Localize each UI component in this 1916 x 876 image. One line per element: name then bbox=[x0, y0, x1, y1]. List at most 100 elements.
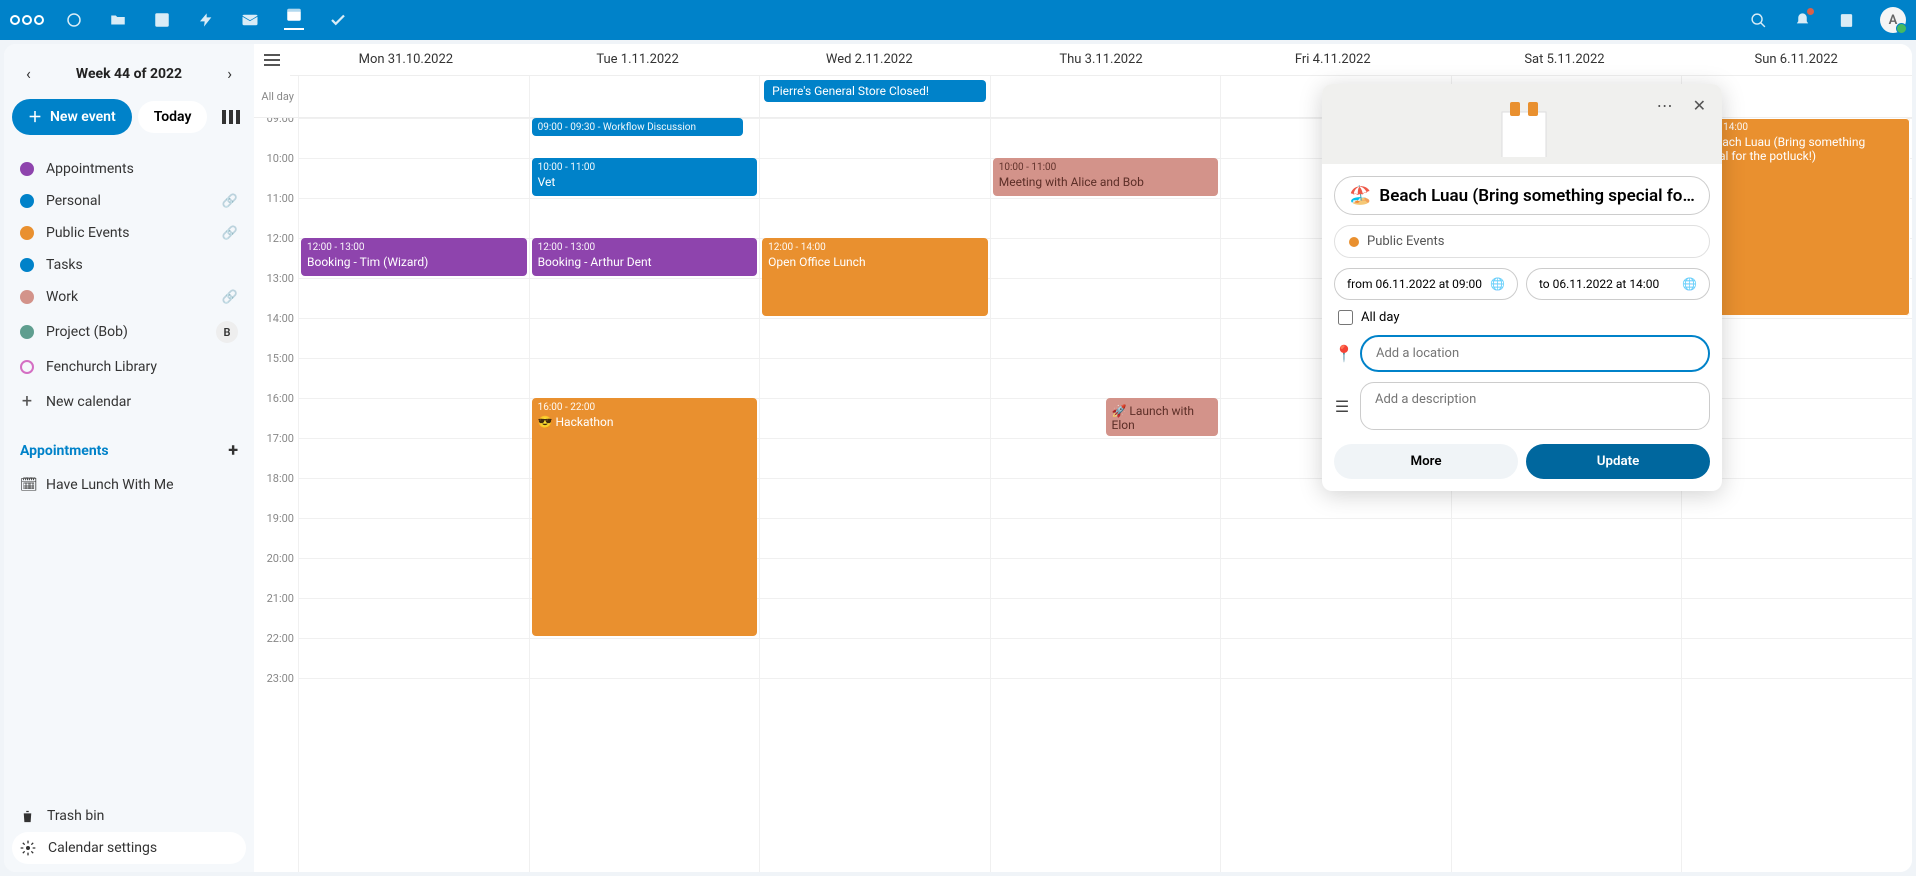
calendar-item-label: Work bbox=[46, 289, 78, 305]
trash-bin-button[interactable]: Trash bin bbox=[12, 800, 246, 832]
calendar-event[interactable]: 12:00 - 14:00Open Office Lunch bbox=[762, 238, 988, 316]
event-time: 12:00 - 13:00 bbox=[307, 242, 521, 253]
day-header: Wed 2.11.2022 bbox=[753, 44, 985, 75]
day-column[interactable]: 12:00 - 14:00Open Office Lunch bbox=[759, 118, 990, 872]
allday-cell[interactable]: Pierre's General Store Closed! bbox=[759, 76, 990, 117]
calendar-item-label: Tasks bbox=[46, 257, 83, 273]
calendar-event[interactable]: 12:00 - 13:00Booking - Tim (Wizard) bbox=[301, 238, 527, 276]
allday-cell[interactable] bbox=[990, 76, 1221, 117]
event-title: 🏖️ Beach Luau (Bring something special f… bbox=[1690, 135, 1904, 163]
calendar-picker-label: Public Events bbox=[1367, 234, 1445, 249]
calendar-event[interactable]: 10:00 - 11:00Vet bbox=[532, 158, 758, 196]
close-icon[interactable]: ✕ bbox=[1693, 96, 1706, 152]
day-header: Mon 31.10.2022 bbox=[290, 44, 522, 75]
share-icon[interactable]: 🔗 bbox=[222, 226, 238, 241]
new-event-button[interactable]: ＋New event bbox=[12, 99, 132, 135]
tasks-icon[interactable] bbox=[328, 10, 348, 30]
files-icon[interactable] bbox=[108, 10, 128, 30]
calendar-color-dot bbox=[20, 226, 34, 240]
calendar-icon[interactable] bbox=[284, 10, 304, 30]
calendar-item[interactable]: Tasks bbox=[12, 249, 246, 281]
dashboard-icon[interactable] bbox=[64, 10, 84, 30]
prev-week-button[interactable]: ‹ bbox=[16, 60, 41, 87]
view-toggle-icon[interactable] bbox=[216, 104, 246, 130]
from-date-field[interactable]: from 06.11.2022 at 09:00 🌐 bbox=[1334, 268, 1518, 300]
time-label: 14:00 bbox=[254, 312, 298, 352]
calendar-item[interactable]: Work 🔗 bbox=[12, 281, 246, 313]
search-icon[interactable] bbox=[1748, 10, 1768, 30]
calendar-item[interactable]: Public Events🔗 bbox=[12, 217, 246, 249]
calendar-event[interactable]: 12:00 - 13:00 Booking - Arthur Dent bbox=[532, 238, 758, 276]
calendar-list: AppointmentsPersonal🔗Public Events🔗 Tasks… bbox=[12, 147, 246, 383]
event-title-field[interactable]: 🏖️ bbox=[1334, 176, 1710, 215]
share-icon[interactable]: 🔗 bbox=[222, 194, 238, 209]
share-icon[interactable]: 🔗 bbox=[222, 290, 238, 305]
trash-icon bbox=[20, 809, 35, 824]
calendar-item[interactable]: Project (Bob)B bbox=[12, 313, 246, 351]
activity-icon[interactable] bbox=[196, 10, 216, 30]
calendar-event[interactable]: 09:00 - 09:30 - Workflow Discussion bbox=[532, 118, 743, 136]
day-column[interactable]: 09:00 - 09:30 - Workflow Discussion 10:00… bbox=[529, 118, 760, 872]
time-label: 13:00 bbox=[254, 272, 298, 312]
calendar-picker[interactable]: Public Events bbox=[1334, 225, 1710, 258]
from-date-value: from 06.11.2022 at 09:00 bbox=[1347, 277, 1482, 291]
calendar-settings-button[interactable]: Calendar settings bbox=[12, 832, 246, 864]
popover-illustration bbox=[1472, 102, 1572, 157]
time-label: 19:00 bbox=[254, 512, 298, 552]
today-button[interactable]: Today bbox=[138, 101, 208, 133]
calendar-event[interactable]: 🚀 Launch with Elon bbox=[1106, 398, 1219, 436]
calendar-event[interactable]: 16:00 - 22:00 😎 Hackathon bbox=[532, 398, 758, 636]
day-header: Sat 5.11.2022 bbox=[1449, 44, 1681, 75]
next-week-button[interactable]: › bbox=[217, 60, 242, 87]
day-column[interactable]: 12:00 - 13:00Booking - Tim (Wizard) bbox=[298, 118, 529, 872]
timezone-icon[interactable]: 🌐 bbox=[1490, 277, 1505, 291]
more-button[interactable]: More bbox=[1334, 444, 1518, 479]
timezone-icon[interactable]: 🌐 bbox=[1682, 277, 1697, 291]
allday-event[interactable]: Pierre's General Store Closed! bbox=[764, 80, 986, 102]
calendar-color-dot bbox=[20, 360, 34, 374]
event-title: Open Office Lunch bbox=[768, 255, 982, 269]
notifications-icon[interactable] bbox=[1792, 10, 1812, 30]
photos-icon[interactable] bbox=[152, 10, 172, 30]
time-label: 21:00 bbox=[254, 592, 298, 632]
plus-icon: + bbox=[20, 391, 34, 412]
event-time: 10:00 - 11:00 bbox=[999, 162, 1213, 173]
day-header: Fri 4.11.2022 bbox=[1217, 44, 1449, 75]
event-emoji: 🏖️ bbox=[1349, 185, 1371, 206]
collapse-sidebar-icon[interactable] bbox=[254, 44, 290, 76]
allday-cell[interactable] bbox=[529, 76, 760, 117]
update-button[interactable]: Update bbox=[1526, 444, 1710, 479]
nextcloud-logo[interactable] bbox=[10, 15, 44, 25]
sidebar: ‹ Week 44 of 2022 › ＋New event Today App… bbox=[4, 44, 254, 872]
day-column[interactable]: 10:00 - 11:00Meeting with Alice and Bob 🚀… bbox=[990, 118, 1221, 872]
appointment-item[interactable]: 🗓Have Lunch With Me bbox=[12, 469, 246, 501]
location-input[interactable] bbox=[1360, 335, 1710, 372]
calendar-item[interactable]: Appointments bbox=[12, 153, 246, 185]
calendar-item[interactable]: Fenchurch Library bbox=[12, 351, 246, 383]
more-options-icon[interactable]: ⋯ bbox=[1657, 96, 1673, 152]
top-bar: A bbox=[0, 0, 1916, 40]
description-input[interactable] bbox=[1360, 382, 1710, 430]
day-header: Sun 6.11.2022 bbox=[1680, 44, 1912, 75]
event-title: 😎 Hackathon bbox=[538, 415, 752, 429]
add-appointment-icon[interactable]: + bbox=[228, 440, 238, 461]
user-avatar[interactable]: A bbox=[1880, 7, 1906, 33]
event-time: 16:00 - 22:00 bbox=[538, 402, 752, 413]
event-title-input[interactable] bbox=[1379, 186, 1695, 206]
calendar-event[interactable]: 10:00 - 11:00Meeting with Alice and Bob bbox=[993, 158, 1219, 196]
avatar-letter: A bbox=[1889, 13, 1898, 28]
event-time: 12:00 - 13:00 bbox=[538, 242, 752, 253]
mail-icon[interactable] bbox=[240, 10, 260, 30]
calendar-item[interactable]: Personal🔗 bbox=[12, 185, 246, 217]
contacts-icon[interactable] bbox=[1836, 10, 1856, 30]
time-label: 11:00 bbox=[254, 192, 298, 232]
event-title: Booking - Arthur Dent bbox=[538, 255, 752, 269]
appointment-label: Have Lunch With Me bbox=[46, 477, 174, 493]
trash-label: Trash bin bbox=[47, 808, 104, 824]
allday-label: All day bbox=[254, 76, 298, 117]
week-label[interactable]: Week 44 of 2022 bbox=[76, 66, 182, 82]
allday-cell[interactable] bbox=[298, 76, 529, 117]
to-date-field[interactable]: to 06.11.2022 at 14:00🌐 bbox=[1526, 268, 1710, 300]
new-calendar-button[interactable]: + New calendar bbox=[12, 383, 246, 420]
allday-checkbox[interactable] bbox=[1338, 310, 1353, 325]
